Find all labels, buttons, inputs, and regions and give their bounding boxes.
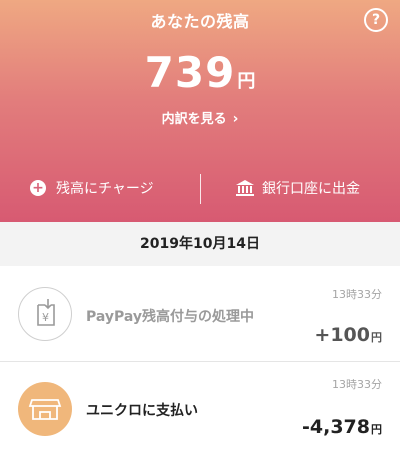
date-header: 2019年10月14日 bbox=[0, 222, 400, 266]
amount-unit: 円 bbox=[371, 423, 382, 436]
plus-circle-icon: + bbox=[30, 180, 46, 196]
withdraw-button[interactable]: 銀行口座に出金 bbox=[236, 168, 360, 208]
bank-icon bbox=[236, 180, 254, 196]
amount-value: +100 bbox=[314, 324, 370, 346]
storefront-icon bbox=[18, 382, 72, 436]
withdraw-label: 銀行口座に出金 bbox=[262, 181, 360, 197]
svg-text:¥: ¥ bbox=[42, 311, 49, 324]
transaction-time: 13時33分 bbox=[332, 378, 382, 391]
chevron-right-icon: › bbox=[232, 111, 239, 127]
balance-actions: + 残高にチャージ 銀行口座に出金 bbox=[0, 168, 400, 208]
balance-value: 739 bbox=[144, 48, 236, 97]
transaction-amount: -4,378円 bbox=[302, 418, 382, 437]
page-title: あなたの残高 bbox=[150, 12, 250, 31]
charge-label: 残高にチャージ bbox=[56, 181, 154, 197]
transaction-title: PayPay残高付与の処理中 bbox=[86, 309, 255, 325]
amount-unit: 円 bbox=[371, 331, 382, 344]
balance-header: あなたの残高 ? 739 円 内訳を見る › + 残高にチャージ 銀行口座に出金 bbox=[0, 0, 400, 222]
transaction-amount: +100円 bbox=[314, 326, 382, 345]
help-icon[interactable]: ? bbox=[364, 8, 388, 32]
transaction-time: 13時33分 bbox=[332, 288, 382, 301]
view-breakdown-link[interactable]: 内訳を見る › bbox=[0, 108, 400, 127]
balance-amount: 739 円 bbox=[0, 52, 400, 94]
balance-unit: 円 bbox=[237, 71, 256, 92]
view-breakdown-label: 内訳を見る bbox=[161, 112, 227, 127]
transaction-row[interactable]: ユニクロに支払い 13時33分 -4,378円 bbox=[0, 362, 400, 460]
transaction-row[interactable]: ¥ PayPay残高付与の処理中 13時33分 +100円 bbox=[0, 266, 400, 362]
yen-download-icon: ¥ bbox=[18, 287, 72, 341]
actions-divider bbox=[200, 174, 201, 204]
transaction-title: ユニクロに支払い bbox=[86, 403, 198, 419]
amount-value: -4,378 bbox=[302, 416, 370, 438]
charge-button[interactable]: + 残高にチャージ bbox=[30, 168, 154, 208]
